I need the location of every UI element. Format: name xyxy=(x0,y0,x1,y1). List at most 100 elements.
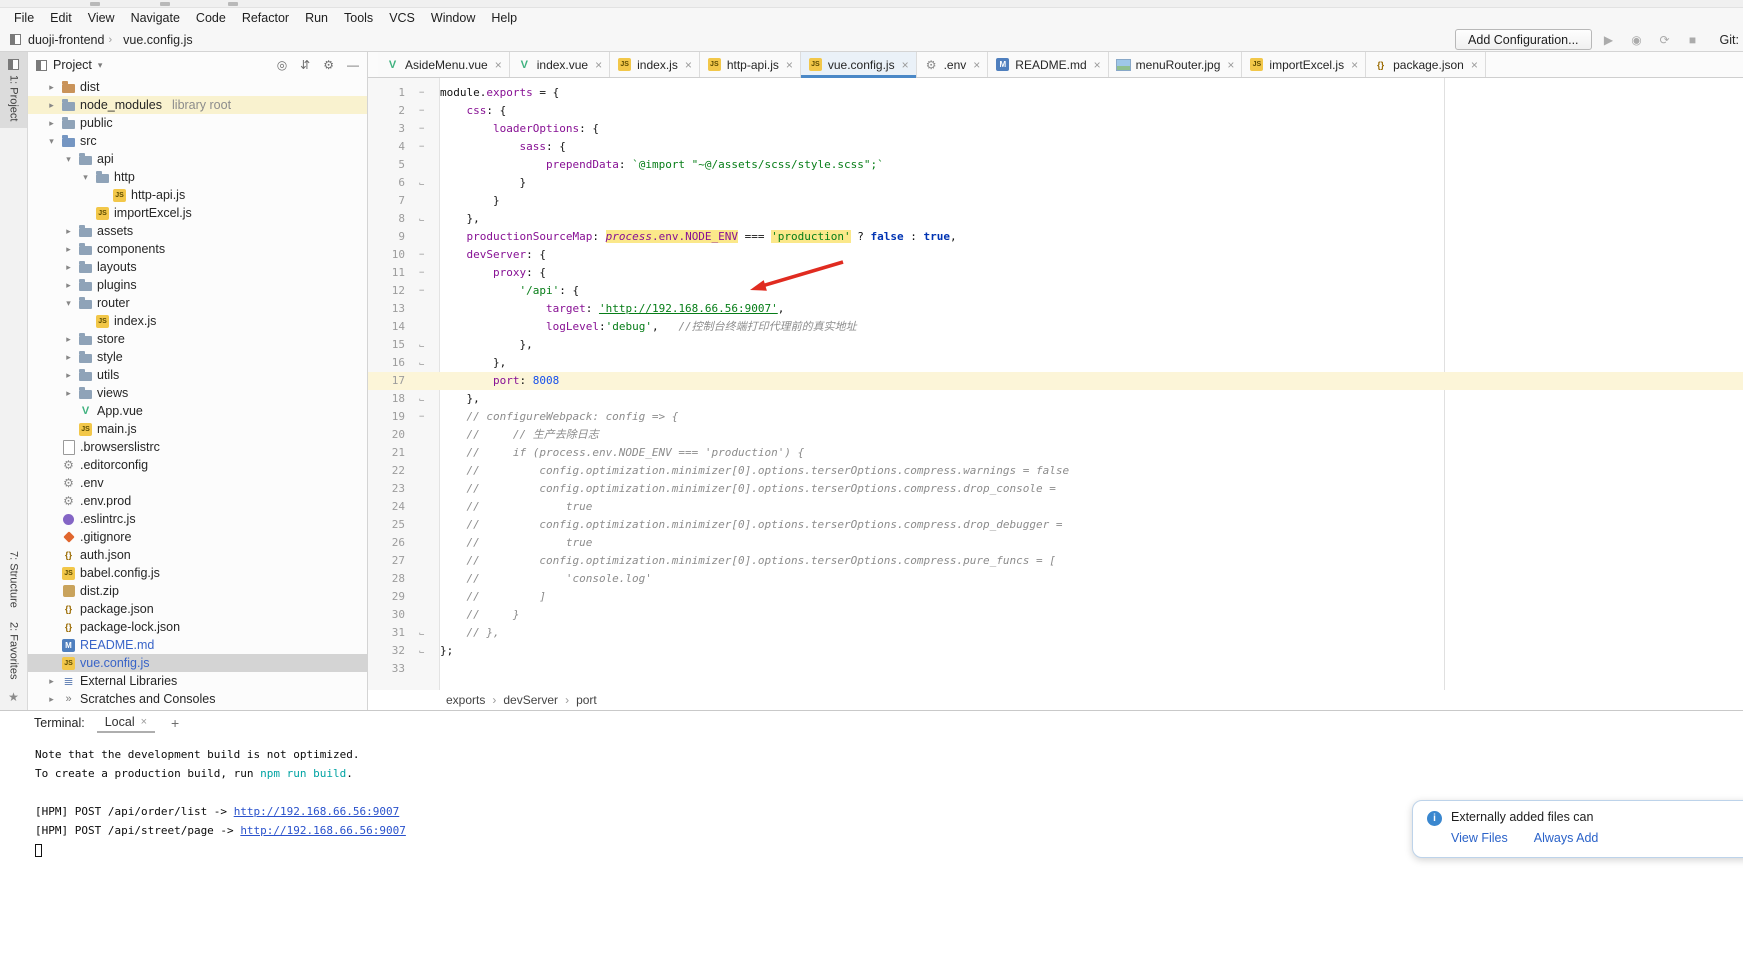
tree-item[interactable]: main.js xyxy=(28,420,367,438)
collapse-all-icon[interactable]: ⇵ xyxy=(300,58,310,72)
tree-item[interactable]: index.js xyxy=(28,312,367,330)
tree-item[interactable]: ▸node_moduleslibrary root xyxy=(28,96,367,114)
editor-tab[interactable]: menuRouter.jpg× xyxy=(1109,52,1243,77)
breadcrumb-file[interactable]: vue.config.js xyxy=(123,33,192,47)
chevron-right-icon[interactable]: ▸ xyxy=(46,694,57,705)
tree-item[interactable]: README.md xyxy=(28,636,367,654)
add-configuration-button[interactable]: Add Configuration... xyxy=(1455,29,1592,50)
tool-window-button-structure[interactable]: 7: Structure xyxy=(8,544,20,615)
menu-item-edit[interactable]: Edit xyxy=(42,10,80,26)
menu-item-refactor[interactable]: Refactor xyxy=(234,10,297,26)
fold-marker[interactable]: ⌐ xyxy=(414,642,440,660)
tab-close-icon[interactable]: × xyxy=(1227,58,1234,72)
fold-marker[interactable]: − xyxy=(414,84,440,102)
code-line[interactable]: 3− loaderOptions: { xyxy=(368,120,1743,138)
tree-item[interactable]: .eslintrc.js xyxy=(28,510,367,528)
code-line[interactable]: 28 // 'console.log' xyxy=(368,570,1743,588)
stop-icon[interactable] xyxy=(1682,33,1704,47)
tree-item[interactable]: App.vue xyxy=(28,402,367,420)
tab-close-icon[interactable]: × xyxy=(1094,58,1101,72)
chevron-right-icon[interactable]: ▸ xyxy=(63,334,74,345)
tree-item[interactable]: ▸style xyxy=(28,348,367,366)
fold-marker[interactable]: ⌐ xyxy=(414,336,440,354)
breadcrumb-item[interactable]: devServer xyxy=(503,693,558,707)
fold-marker[interactable]: ⌐ xyxy=(414,624,440,642)
tree-item[interactable]: ▸views xyxy=(28,384,367,402)
rerun-icon[interactable] xyxy=(1654,33,1676,47)
fold-marker[interactable]: − xyxy=(414,264,440,282)
code-line[interactable]: 15⌐ }, xyxy=(368,336,1743,354)
code-line[interactable]: 2− css: { xyxy=(368,102,1743,120)
fold-marker[interactable]: − xyxy=(414,102,440,120)
tree-item[interactable]: .editorconfig xyxy=(28,456,367,474)
fold-marker[interactable]: ⌐ xyxy=(414,210,440,228)
code-line[interactable]: 16⌐ }, xyxy=(368,354,1743,372)
code-line[interactable]: 14 logLevel:'debug', //控制台终端打印代理前的真实地址 xyxy=(368,318,1743,336)
menu-item-vcs[interactable]: VCS xyxy=(381,10,423,26)
code-line[interactable]: 5 prependData: `@import "~@/assets/scss/… xyxy=(368,156,1743,174)
code-line[interactable]: 29 // ] xyxy=(368,588,1743,606)
coverage-icon[interactable] xyxy=(1626,33,1648,47)
fold-marker[interactable]: ⌐ xyxy=(414,390,440,408)
chevron-down-icon[interactable]: ▾ xyxy=(46,136,57,147)
terminal-tab-local[interactable]: Local × xyxy=(97,713,155,733)
editor-tab[interactable]: importExcel.js× xyxy=(1242,52,1366,77)
code-line[interactable]: 10− devServer: { xyxy=(368,246,1743,264)
code-line[interactable]: 13 target: 'http://192.168.66.56:9007', xyxy=(368,300,1743,318)
tree-item[interactable]: .env.prod xyxy=(28,492,367,510)
editor-tab[interactable]: package.json× xyxy=(1366,52,1486,77)
tool-window-button-project[interactable]: 1: Project xyxy=(0,52,27,128)
fold-marker[interactable]: ⌐ xyxy=(414,354,440,372)
tree-item[interactable]: package-lock.json xyxy=(28,618,367,636)
fold-marker[interactable]: − xyxy=(414,246,440,264)
chevron-down-icon[interactable]: ▾ xyxy=(80,172,91,183)
tree-item[interactable]: ▸components xyxy=(28,240,367,258)
editor-tab[interactable]: index.js× xyxy=(610,52,700,77)
chevron-right-icon[interactable]: ▸ xyxy=(63,352,74,363)
terminal-link[interactable]: http://192.168.66.56:9007 xyxy=(234,805,400,818)
tree-item[interactable]: .env xyxy=(28,474,367,492)
notification-action[interactable]: View Files xyxy=(1451,831,1508,845)
tree-item[interactable]: ▸dist xyxy=(28,78,367,96)
menu-item-run[interactable]: Run xyxy=(297,10,336,26)
chevron-right-icon[interactable]: ▸ xyxy=(63,280,74,291)
gear-icon[interactable]: ⚙ xyxy=(323,58,334,72)
tree-item[interactable]: ▸External Libraries xyxy=(28,672,367,690)
code-line[interactable]: 17 port: 8008 xyxy=(368,372,1743,390)
code-line[interactable]: 1−module.exports = { xyxy=(368,84,1743,102)
chevron-down-icon[interactable]: ▾ xyxy=(63,154,74,165)
code-line[interactable]: 27 // config.optimization.minimizer[0].o… xyxy=(368,552,1743,570)
code-line[interactable]: 21 // if (process.env.NODE_ENV === 'prod… xyxy=(368,444,1743,462)
code-line[interactable]: 6⌐ } xyxy=(368,174,1743,192)
tree-item[interactable]: ▾api xyxy=(28,150,367,168)
chevron-right-icon[interactable]: ▸ xyxy=(46,100,57,111)
code-line[interactable]: 12− '/api': { xyxy=(368,282,1743,300)
fold-marker[interactable]: − xyxy=(414,282,440,300)
notification-action[interactable]: Always Add xyxy=(1534,831,1599,845)
menu-item-view[interactable]: View xyxy=(80,10,123,26)
code-line[interactable]: 32⌐}; xyxy=(368,642,1743,660)
code-line[interactable]: 30 // } xyxy=(368,606,1743,624)
tree-item[interactable]: http-api.js xyxy=(28,186,367,204)
tab-close-icon[interactable]: × xyxy=(973,58,980,72)
tab-close-icon[interactable]: × xyxy=(595,58,602,72)
tab-close-icon[interactable]: × xyxy=(1471,58,1478,72)
run-icon[interactable] xyxy=(1598,33,1620,47)
editor-body[interactable]: 1−module.exports = {2− css: {3− loaderOp… xyxy=(368,78,1743,690)
breadcrumb-project[interactable]: duoji-frontend xyxy=(28,33,104,47)
tab-close-icon[interactable]: × xyxy=(902,58,909,72)
code-line[interactable]: 19− // configureWebpack: config => { xyxy=(368,408,1743,426)
fold-marker[interactable]: − xyxy=(414,120,440,138)
menu-item-window[interactable]: Window xyxy=(423,10,483,26)
menu-item-code[interactable]: Code xyxy=(188,10,234,26)
chevron-right-icon[interactable]: ▸ xyxy=(63,388,74,399)
git-branch-widget[interactable]: Git: xyxy=(1720,33,1739,47)
editor-tab[interactable]: README.md× xyxy=(988,52,1108,77)
terminal-link[interactable]: http://192.168.66.56:9007 xyxy=(240,824,406,837)
hide-panel-icon[interactable]: — xyxy=(347,58,359,72)
code-line[interactable]: 20 // // 生产去除日志 xyxy=(368,426,1743,444)
tree-item[interactable]: importExcel.js xyxy=(28,204,367,222)
code-line[interactable]: 4− sass: { xyxy=(368,138,1743,156)
tree-item[interactable]: ▾src xyxy=(28,132,367,150)
tree-item[interactable]: auth.json xyxy=(28,546,367,564)
